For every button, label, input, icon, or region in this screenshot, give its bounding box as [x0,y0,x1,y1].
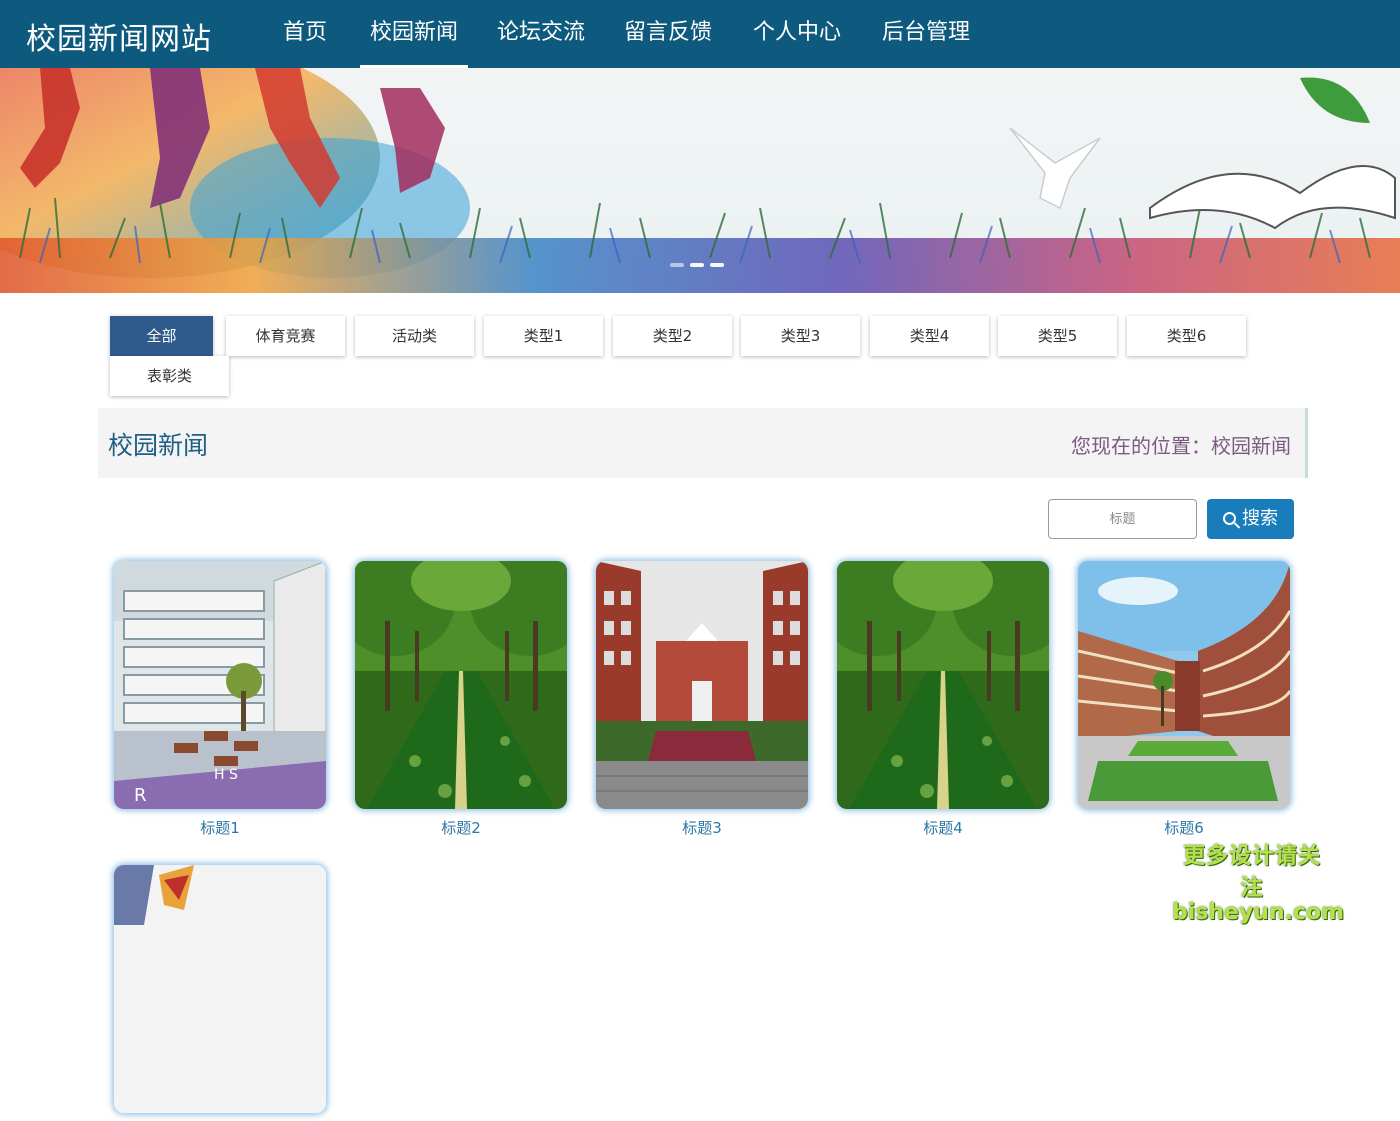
svg-text:R: R [134,785,147,806]
category-type4[interactable]: 类型4 [870,316,989,356]
breadcrumb-current[interactable]: 校园新闻 [1211,434,1291,458]
carousel-dot[interactable] [670,263,684,267]
nav-admin[interactable]: 后台管理 [872,0,980,68]
category-type3[interactable]: 类型3 [741,316,860,356]
category-type1[interactable]: 类型1 [484,316,603,356]
news-title[interactable]: 标题4 [837,817,1049,838]
news-image [596,561,808,809]
category-sports[interactable]: 体育竞赛 [226,316,345,356]
category-type2[interactable]: 类型2 [613,316,732,356]
news-card[interactable]: R H S 标题1 [114,561,326,838]
watermark-line1: 更多设计请关注 [1172,838,1332,902]
carousel-dot[interactable] [690,263,704,267]
news-card[interactable]: 标题3 [596,561,808,838]
section-header: 校园新闻 您现在的位置：校园新闻 [98,408,1308,478]
news-title[interactable]: 标题2 [355,817,567,838]
breadcrumb: 您现在的位置：校园新闻 [1071,430,1291,459]
news-thumbnail[interactable] [596,561,808,809]
news-image [355,561,567,809]
news-card[interactable]: 标题2 [355,561,567,838]
news-card[interactable]: 标题4 [837,561,1049,838]
search-icon [1223,512,1236,525]
news-thumbnail[interactable] [114,865,326,1113]
category-type5[interactable]: 类型5 [998,316,1117,356]
news-thumbnail[interactable] [837,561,1049,809]
search-button[interactable]: 搜索 [1207,499,1294,539]
news-title[interactable]: 标题6 [1078,817,1290,838]
carousel-indicators [670,263,724,267]
news-thumbnail[interactable] [1078,561,1290,809]
news-image [837,561,1049,809]
watermark-line2: bisheyun.com [1172,900,1332,925]
section-title: 校园新闻 [108,426,208,462]
news-image: R H S [114,561,326,809]
svg-text:H S: H S [214,767,238,783]
top-navbar: 校园新闻网站 首页 校园新闻 论坛交流 留言反馈 个人中心 后台管理 [0,0,1400,68]
banner-carousel[interactable] [0,68,1400,293]
nav-home[interactable]: 首页 [273,0,337,68]
search-input[interactable] [1048,499,1197,539]
site-title[interactable]: 校园新闻网站 [26,14,212,58]
carousel-dot[interactable] [710,263,724,267]
news-thumbnail[interactable] [355,561,567,809]
search-button-label: 搜索 [1242,508,1278,529]
breadcrumb-label: 您现在的位置： [1071,434,1211,458]
nav-campus-news[interactable]: 校园新闻 [360,0,468,68]
category-awards[interactable]: 表彰类 [110,356,229,396]
news-image [1078,561,1290,809]
category-all[interactable]: 全部 [110,316,213,356]
news-title[interactable]: 标题1 [114,817,326,838]
news-image [114,865,326,1113]
news-title[interactable]: 标题3 [596,817,808,838]
banner-image [0,68,1400,293]
nav-personal-center[interactable]: 个人中心 [743,0,851,68]
news-thumbnail[interactable]: R H S [114,561,326,809]
watermark: 更多设计请关注 bisheyun.com [1172,838,1332,925]
category-activities[interactable]: 活动类 [355,316,474,356]
nav-forum[interactable]: 论坛交流 [487,0,595,68]
nav-feedback[interactable]: 留言反馈 [614,0,722,68]
news-card[interactable] [114,865,326,1121]
category-type6[interactable]: 类型6 [1127,316,1246,356]
news-card[interactable]: 标题6 [1078,561,1290,838]
